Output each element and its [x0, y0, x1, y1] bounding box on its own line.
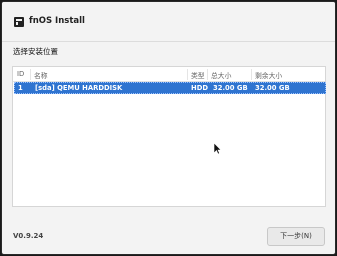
column-header-name[interactable]: 名称: [34, 70, 48, 80]
column-divider: [251, 69, 252, 80]
column-divider: [30, 69, 31, 80]
table-header: ID 名称 类型 总大小 剩余大小: [13, 67, 325, 82]
mouse-pointer-icon: [214, 143, 222, 155]
window-title: fnOS Install: [29, 16, 85, 26]
column-header-free-size[interactable]: 剩余大小: [255, 70, 282, 80]
column-header-total-size[interactable]: 总大小: [211, 70, 231, 80]
row-free-size: 32.00 GB: [255, 84, 290, 92]
section-label: 选择安装位置: [13, 47, 58, 56]
version-label: V0.9.24: [13, 232, 44, 240]
column-divider: [207, 69, 208, 80]
disk-table: ID 名称 类型 总大小 剩余大小 1 [sda] QEMU HARDDISK …: [12, 66, 326, 207]
column-header-type[interactable]: 类型: [191, 70, 205, 80]
title-bar: fnOS Install: [2, 2, 335, 42]
installer-window: fnOS Install 选择安装位置 ID 名称 类型 总大小 剩余大小 1 …: [1, 1, 336, 255]
row-type: HDD: [191, 84, 208, 92]
fnos-logo-icon: [14, 17, 24, 27]
row-name: [sda] QEMU HARDDISK: [35, 84, 123, 92]
row-total-size: 32.00 GB: [213, 84, 248, 92]
table-row[interactable]: 1 [sda] QEMU HARDDISK HDD 32.00 GB 32.00…: [14, 82, 326, 94]
next-button[interactable]: 下一步(N): [267, 227, 325, 246]
row-id: 1: [18, 84, 23, 92]
column-header-id[interactable]: ID: [17, 70, 24, 78]
column-divider: [187, 69, 188, 80]
